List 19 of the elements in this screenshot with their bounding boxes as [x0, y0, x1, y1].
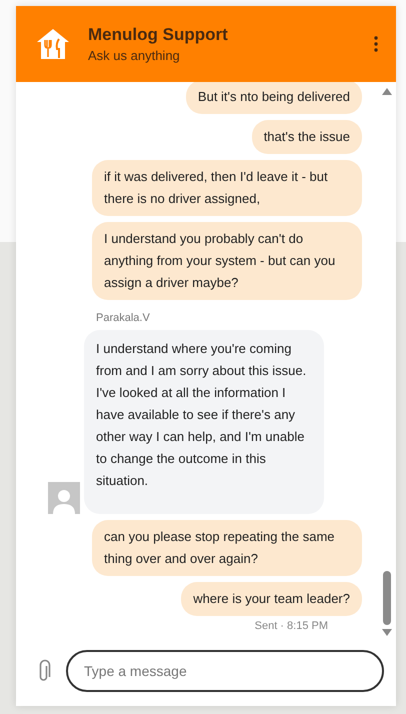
sender-name: Parakala.V	[96, 312, 151, 324]
house-cutlery-logo-icon	[36, 27, 70, 61]
sent-message: that's the issue	[252, 120, 362, 154]
avatar-icon	[48, 482, 80, 514]
chat-title: Menulog Support	[88, 25, 229, 45]
sent-message: I understand you probably can't do anything from your system - but can you assign a driver maybe?	[92, 222, 362, 300]
sent-message: But it's nto being delivered	[186, 82, 362, 114]
scroll-up-icon[interactable]	[382, 88, 392, 95]
message-status: Sent · 8:15 PM	[254, 620, 328, 632]
scroll-thumb[interactable]	[383, 571, 391, 625]
attach-icon[interactable]	[38, 659, 52, 683]
sent-message: if it was delivered, then I'd leave it - but there is no driver assigned,	[92, 160, 362, 216]
sent-message: can you please stop repeating the same thing over and over again?	[92, 520, 362, 576]
more-vertical-icon[interactable]	[374, 36, 378, 52]
scroll-down-icon[interactable]	[382, 629, 392, 636]
sent-message: where is your team leader?	[181, 582, 362, 616]
chat-subtitle: Ask us anything	[88, 48, 181, 63]
message-input[interactable]: Type a message	[66, 650, 384, 692]
received-message: I understand where you're coming from and I am sorry about this issue. I've looked at all the information I have available to see if there's any other way I can help, and I'm unable to change the outcome in this situation.	[84, 330, 324, 514]
